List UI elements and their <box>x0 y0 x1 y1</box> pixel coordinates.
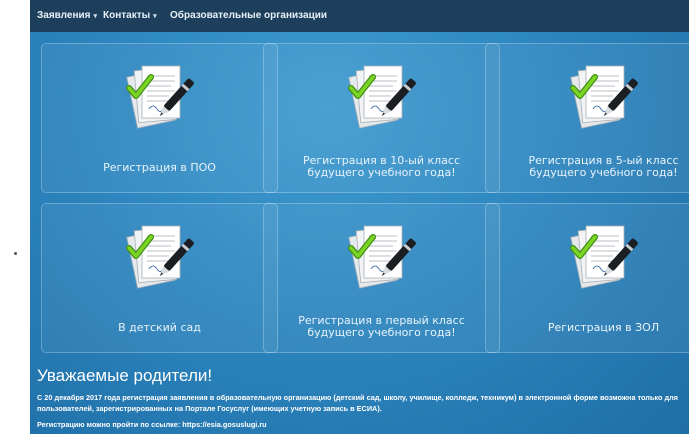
tile-label: Регистрация в ПОО <box>103 161 216 174</box>
tile-label: В детский сад <box>118 321 201 334</box>
top-navbar: Заявления ▾ Контакты ▾ Образовательные орг… <box>30 0 689 32</box>
left-margin <box>0 0 30 434</box>
signed-documents-icon <box>347 54 417 144</box>
signed-documents-icon <box>569 214 639 304</box>
tile-registration-grade10[interactable]: Регистрация в 10-ый класс будущего учебно… <box>263 43 500 193</box>
bullet-dot <box>14 252 17 255</box>
tile-label: Регистрация в ЗОЛ <box>547 321 660 334</box>
nav-item-applications[interactable]: Заявления ▾ <box>37 0 97 32</box>
signed-documents-icon <box>125 54 195 144</box>
notice-heading: Уважаемые родители! <box>37 366 213 385</box>
chevron-down-icon: ▾ <box>153 13 157 20</box>
registration-link-line[interactable]: Регистрацию можно пройти по ссылке: http… <box>37 420 267 429</box>
nav-label: Контакты <box>103 10 151 21</box>
nav-label: Образовательные организации <box>170 10 328 21</box>
main-panel: Заявления ▾ Контакты ▾ Образовательные орг… <box>30 0 689 434</box>
nav-label: Заявления <box>37 10 91 21</box>
tile-registration-poo[interactable]: Регистрация в ПОО <box>41 43 278 193</box>
nav-item-contacts[interactable]: Контакты ▾ <box>103 0 157 32</box>
tile-registration-grade5[interactable]: Регистрация в 5-ый класс будущего учебног… <box>485 43 689 193</box>
signed-documents-icon <box>125 214 195 304</box>
signed-documents-icon <box>569 54 639 144</box>
tile-label: Регистрация в 5-ый класс будущего учебног… <box>528 154 679 179</box>
chevron-down-icon: ▾ <box>93 13 97 20</box>
tile-registration-zol[interactable]: Регистрация в ЗОЛ <box>485 203 689 353</box>
tile-label: Регистрация в первый класс будущего учебн… <box>298 314 465 339</box>
notice-text: С 20 декабря 2017 года регистрация заявл… <box>37 393 678 413</box>
signed-documents-icon <box>347 214 417 304</box>
nav-item-organizations[interactable]: Образовательные организации <box>170 0 327 32</box>
tile-kindergarten[interactable]: В детский сад <box>41 203 278 353</box>
tile-label: Регистрация в 10-ый класс будущего учебно… <box>302 154 461 179</box>
tile-registration-grade1[interactable]: Регистрация в первый класс будущего учебн… <box>263 203 500 353</box>
